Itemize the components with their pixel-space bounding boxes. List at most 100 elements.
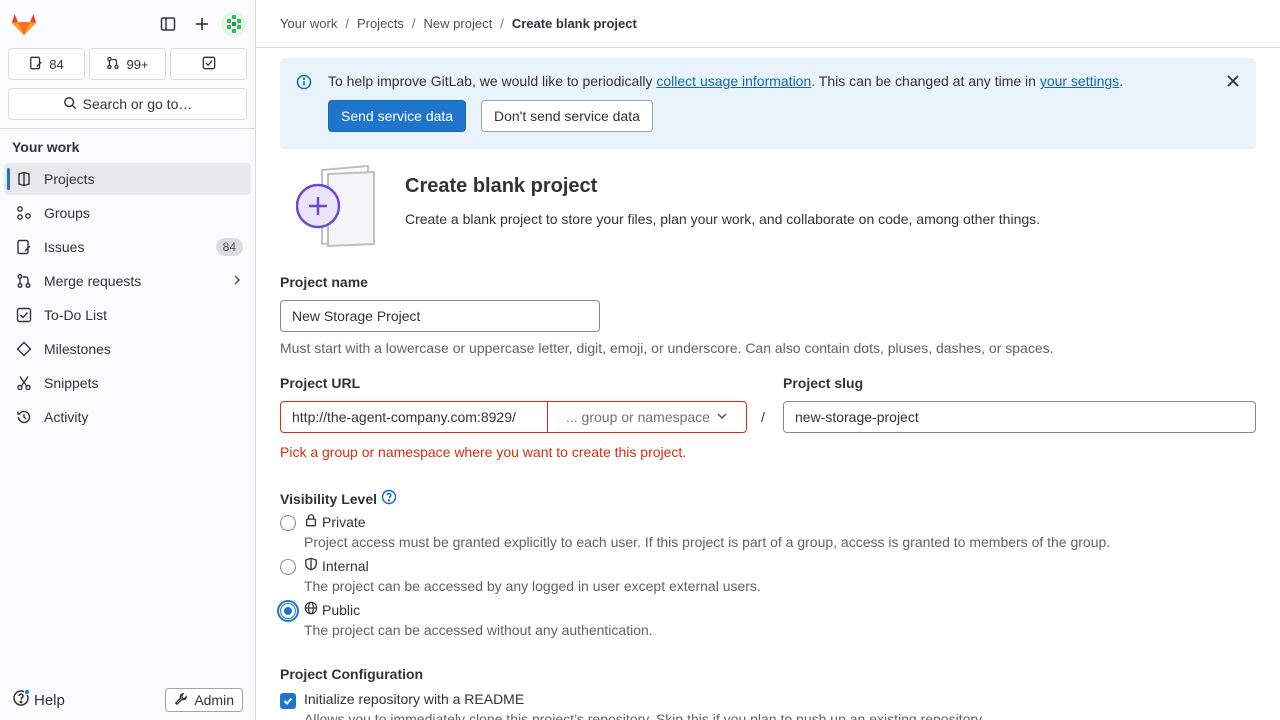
todo-icon bbox=[202, 56, 216, 73]
breadcrumb-your-work[interactable]: Your work bbox=[280, 16, 337, 31]
avatar[interactable] bbox=[221, 11, 247, 37]
blank-project-illustration bbox=[295, 164, 378, 251]
sidebar-section-title: Your work bbox=[12, 139, 80, 155]
merge-requests-counter-button[interactable]: 99+ bbox=[89, 48, 166, 80]
sidebar-item-label: Milestones bbox=[44, 341, 111, 357]
sidebar: 84 99+ Search or go to… Your work Projec… bbox=[0, 0, 256, 720]
sidebar-item-label: Snippets bbox=[44, 375, 99, 391]
visibility-option-internal[interactable]: Internal The project can be accessed by … bbox=[280, 557, 761, 594]
project-slug-label: Project slug bbox=[783, 375, 864, 391]
plus-icon[interactable] bbox=[187, 9, 217, 39]
breadcrumb-new-project[interactable]: New project bbox=[424, 16, 493, 31]
sidebar-item-label: Activity bbox=[44, 409, 89, 425]
breadcrumb-separator: / bbox=[345, 16, 349, 31]
sidebar-item-label: Projects bbox=[44, 171, 95, 187]
sidebar-item-issues[interactable]: Issues 84 bbox=[4, 231, 251, 263]
project-config-label: Project Configuration bbox=[280, 666, 424, 682]
visibility-option-public[interactable]: Public The project can be accessed witho… bbox=[280, 601, 653, 638]
search-icon bbox=[63, 96, 77, 113]
readme-description: Allows you to immediately clone this pro… bbox=[304, 711, 985, 720]
lock-icon bbox=[304, 513, 318, 530]
private-description: Project access must be granted explicitl… bbox=[304, 534, 1111, 550]
merge-request-icon bbox=[16, 273, 32, 289]
breadcrumb-separator: / bbox=[411, 16, 416, 31]
project-slug-input[interactable]: new-storage-project bbox=[783, 401, 1256, 433]
visibility-option-private[interactable]: Private Project access must be granted e… bbox=[280, 513, 1110, 550]
url-slash: / bbox=[761, 409, 765, 425]
issues-counter-button[interactable]: 84 bbox=[8, 48, 85, 80]
issues-count: 84 bbox=[49, 56, 64, 72]
main-content: Your work / Projects / New project / Cre… bbox=[256, 0, 1280, 720]
project-name-hint: Must start with a lowercase or uppercase… bbox=[280, 340, 1054, 356]
sidebar-item-projects[interactable]: Projects bbox=[4, 163, 251, 195]
send-service-data-button[interactable]: Send service data bbox=[328, 100, 467, 132]
help-button[interactable]: Help bbox=[12, 689, 65, 711]
sidebar-item-label: Issues bbox=[44, 239, 85, 255]
breadcrumb-projects[interactable]: Projects bbox=[357, 16, 404, 31]
banner-text-part: To help improve GitLab, we would like to… bbox=[328, 73, 657, 89]
your-settings-link[interactable]: your settings bbox=[1040, 73, 1119, 89]
sidebar-item-milestones[interactable]: Milestones bbox=[4, 333, 251, 365]
banner-text: To help improve GitLab, we would like to… bbox=[328, 73, 1123, 89]
public-radio[interactable] bbox=[280, 603, 296, 619]
sidebar-item-label: Merge requests bbox=[44, 273, 142, 289]
question-icon[interactable] bbox=[381, 489, 397, 508]
collect-usage-link[interactable]: collect usage information bbox=[656, 73, 811, 89]
banner-text-part: . bbox=[1119, 73, 1124, 89]
visibility-label: Visibility Level bbox=[280, 489, 397, 508]
sidebar-header bbox=[0, 0, 255, 48]
milestone-icon bbox=[16, 341, 32, 357]
internal-radio[interactable] bbox=[280, 559, 296, 575]
private-label: Private bbox=[322, 513, 366, 530]
info-icon bbox=[296, 74, 312, 93]
group-icon bbox=[16, 205, 32, 221]
admin-button[interactable]: Admin bbox=[165, 688, 243, 712]
close-icon[interactable] bbox=[1226, 74, 1240, 91]
namespace-error: Pick a group or namespace where you want… bbox=[280, 444, 687, 460]
merge-requests-count: 99+ bbox=[126, 56, 149, 72]
history-icon bbox=[16, 409, 32, 425]
sidebar-item-todo-list[interactable]: To-Do List bbox=[4, 299, 251, 331]
breadcrumb-current: Create blank project bbox=[511, 16, 637, 31]
internal-label: Internal bbox=[322, 557, 369, 574]
readme-label: Initialize repository with a README bbox=[304, 691, 525, 707]
gitlab-logo-icon[interactable] bbox=[8, 8, 40, 40]
sidebar-toggle-icon[interactable] bbox=[153, 9, 183, 39]
search-button[interactable]: Search or go to… bbox=[8, 88, 247, 120]
snippet-icon bbox=[16, 375, 32, 391]
issues-icon bbox=[16, 239, 32, 255]
breadcrumb-separator: / bbox=[500, 16, 504, 31]
readme-option[interactable]: Initialize repository with a README Allo… bbox=[280, 691, 985, 720]
private-radio[interactable] bbox=[280, 515, 296, 531]
issues-count-badge: 84 bbox=[215, 238, 243, 256]
breadcrumb: Your work / Projects / New project / Cre… bbox=[256, 0, 1280, 48]
dont-send-service-data-button[interactable]: Don't send service data bbox=[481, 100, 653, 132]
merge-request-icon bbox=[106, 56, 120, 73]
visibility-label-text: Visibility Level bbox=[280, 490, 378, 507]
sidebar-item-activity[interactable]: Activity bbox=[4, 401, 251, 433]
project-url-label: Project URL bbox=[280, 375, 361, 391]
readme-checkbox[interactable] bbox=[280, 693, 296, 709]
project-name-label: Project name bbox=[280, 274, 368, 290]
sidebar-item-snippets[interactable]: Snippets bbox=[4, 367, 251, 399]
sidebar-nav: Projects Groups Issues 84 Merge requests… bbox=[0, 163, 255, 433]
project-icon bbox=[16, 171, 32, 187]
shield-icon bbox=[304, 557, 318, 574]
usage-data-banner: To help improve GitLab, we would like to… bbox=[280, 58, 1256, 149]
page-description: Create a blank project to store your fil… bbox=[405, 211, 1041, 227]
project-name-input[interactable]: New Storage Project bbox=[280, 300, 600, 332]
todo-icon bbox=[16, 307, 32, 323]
chevron-right-icon bbox=[231, 273, 243, 289]
sidebar-item-merge-requests[interactable]: Merge requests bbox=[4, 265, 251, 297]
sidebar-item-label: To-Do List bbox=[44, 307, 108, 323]
project-url-prefix: http://the-agent-company.com:8929/ bbox=[280, 401, 548, 433]
namespace-select[interactable]: ... group or namespace bbox=[547, 401, 747, 433]
sidebar-counters: 84 99+ bbox=[0, 48, 255, 80]
sidebar-footer: Help Admin bbox=[0, 680, 255, 720]
public-label: Public bbox=[322, 601, 361, 618]
globe-icon bbox=[304, 601, 318, 618]
public-description: The project can be accessed without any … bbox=[304, 622, 653, 638]
page-title: Create blank project bbox=[405, 175, 598, 197]
sidebar-item-groups[interactable]: Groups bbox=[4, 197, 251, 229]
todo-counter-button[interactable] bbox=[170, 48, 247, 80]
